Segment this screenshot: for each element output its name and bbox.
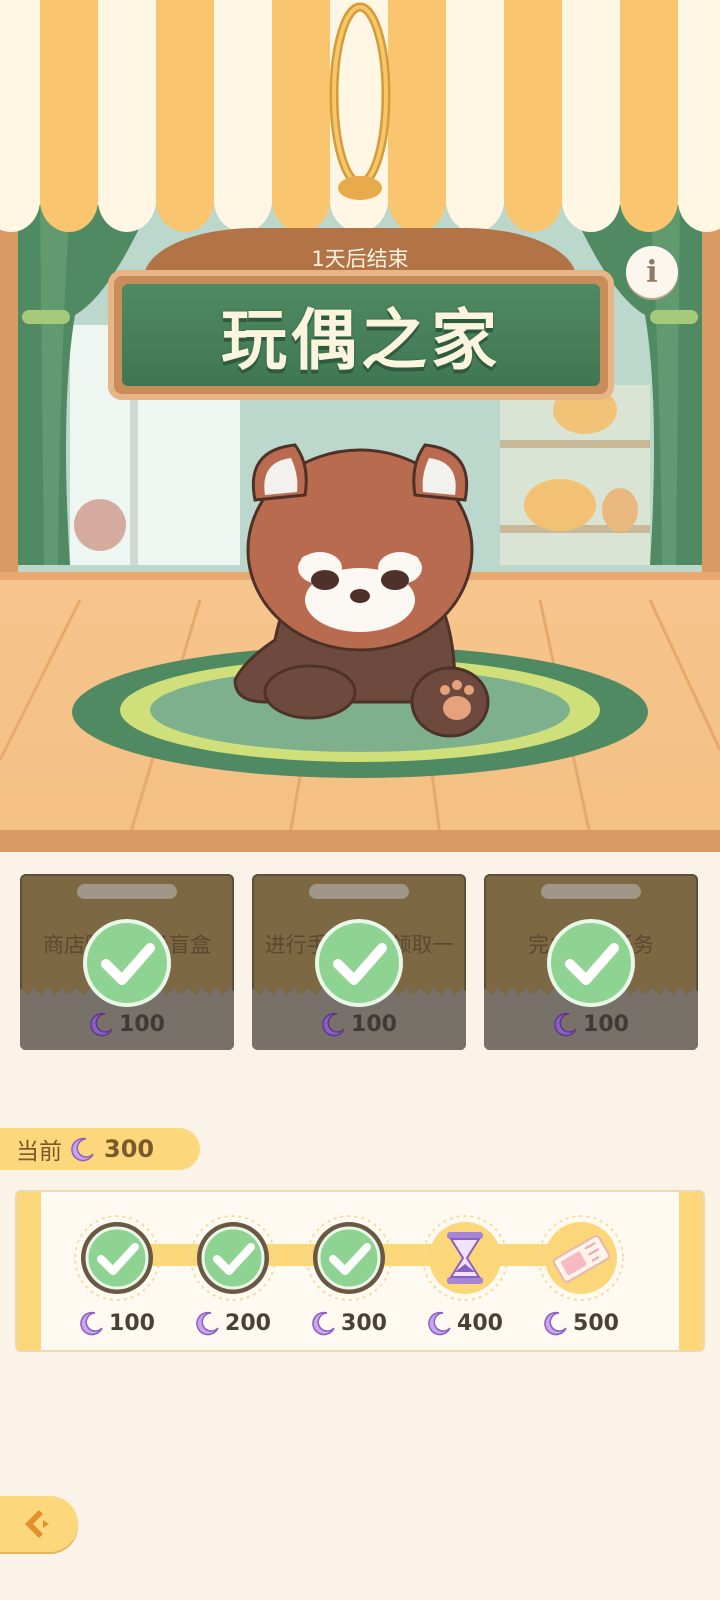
- task-card[interactable]: 完成每日任务 100: [484, 874, 698, 1050]
- task-tab: [541, 884, 641, 899]
- track-left-edge: [17, 1192, 41, 1350]
- current-value: 300: [104, 1135, 155, 1163]
- milestone-node[interactable]: [537, 1214, 625, 1302]
- check-icon: [74, 1215, 160, 1301]
- milestone-label: 500: [526, 1310, 636, 1336]
- moon-icon: [71, 1137, 94, 1162]
- milestone-amount: 500: [573, 1310, 619, 1336]
- ticket-icon: [538, 1215, 624, 1301]
- moon-icon: [428, 1311, 451, 1336]
- task-tab: [309, 884, 409, 899]
- task-tab: [77, 884, 177, 899]
- completed-check-icon: [315, 919, 403, 1007]
- completed-check-icon: [547, 919, 635, 1007]
- task-card[interactable]: 进行手工制作领取一 100: [252, 874, 466, 1050]
- moon-icon: [80, 1311, 103, 1336]
- doll-house-scene: 1天后结束 玩偶之家 i: [0, 0, 720, 852]
- hourglass-icon: [422, 1215, 508, 1301]
- task-reward-value: 100: [119, 1011, 165, 1037]
- milestone-node[interactable]: [305, 1214, 393, 1302]
- milestone-track: 100 200 300 400 500: [15, 1190, 705, 1352]
- moon-icon: [312, 1311, 335, 1336]
- moon-icon: [196, 1311, 219, 1336]
- info-button[interactable]: i: [626, 246, 678, 298]
- back-arrow-icon: [25, 1510, 49, 1538]
- info-icon: i: [646, 254, 658, 290]
- moon-icon: [544, 1311, 567, 1336]
- task-reward-value: 100: [351, 1011, 397, 1037]
- milestone-node[interactable]: [421, 1214, 509, 1302]
- red-panda-plush[interactable]: [225, 440, 495, 745]
- back-button[interactable]: [0, 1496, 78, 1552]
- milestone-amount: 200: [225, 1310, 271, 1336]
- completed-check-icon: [83, 919, 171, 1007]
- milestone-amount: 100: [109, 1310, 155, 1336]
- task-reward: 100: [484, 1008, 698, 1040]
- task-reward: 100: [20, 1008, 234, 1040]
- milestone-amount: 400: [457, 1310, 503, 1336]
- event-sign: 玩偶之家: [108, 270, 614, 400]
- moon-icon: [322, 1012, 345, 1037]
- countdown-text: 1天后结束: [311, 247, 409, 271]
- current-label: 当前: [16, 1139, 62, 1165]
- task-reward-value: 100: [583, 1011, 629, 1037]
- track-right-edge: [679, 1192, 703, 1350]
- milestone-label: 300: [294, 1310, 404, 1336]
- task-card[interactable]: 商店陈列高级盲盒 100: [20, 874, 234, 1050]
- milestone-label: 200: [178, 1310, 288, 1336]
- moon-icon: [90, 1012, 113, 1037]
- current-points-badge: 当前 300: [0, 1128, 200, 1170]
- milestone-label: 400: [410, 1310, 520, 1336]
- floor-edge: [0, 830, 720, 852]
- milestone-node[interactable]: [73, 1214, 161, 1302]
- moon-icon: [554, 1012, 577, 1037]
- striped-awning: [0, 0, 720, 238]
- check-icon: [190, 1215, 276, 1301]
- event-title: 玩偶之家: [221, 302, 501, 379]
- check-icon: [306, 1215, 392, 1301]
- task-reward: 100: [252, 1008, 466, 1040]
- milestone-amount: 300: [341, 1310, 387, 1336]
- milestone-label: 100: [62, 1310, 172, 1336]
- milestone-node[interactable]: [189, 1214, 277, 1302]
